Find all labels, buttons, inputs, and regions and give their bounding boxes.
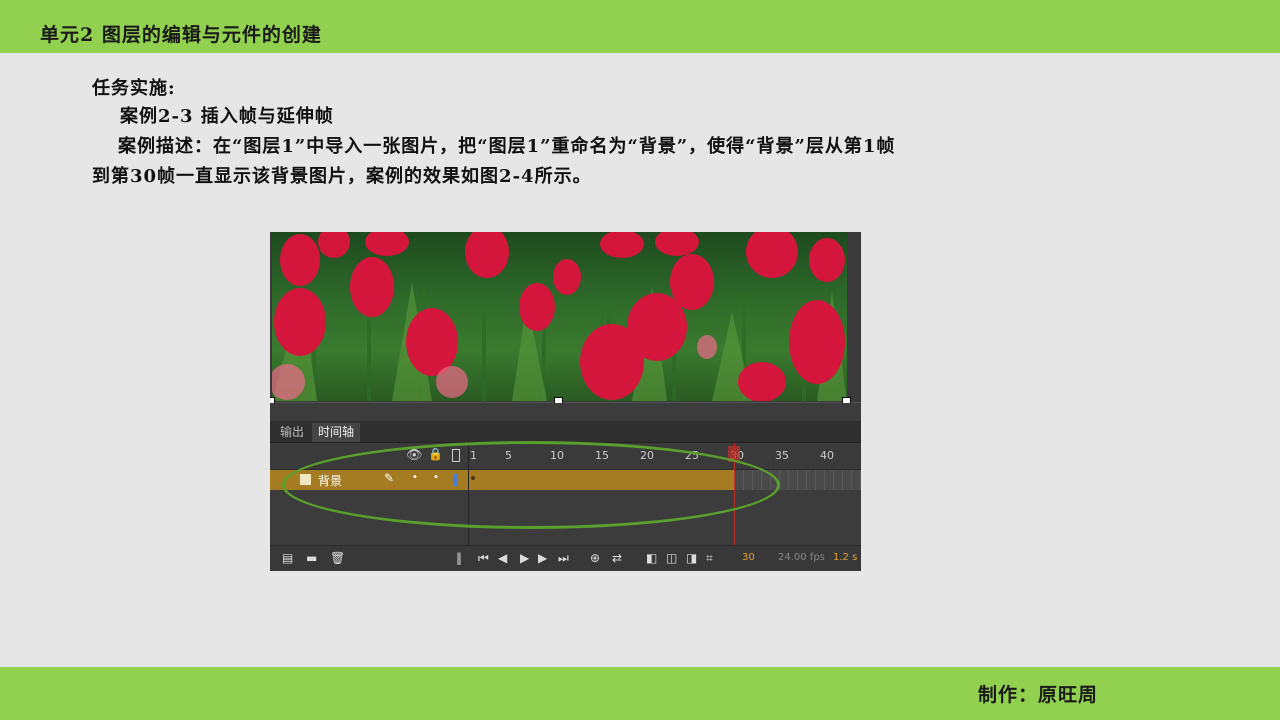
next-frame-icon[interactable]: ▶ — [538, 551, 547, 565]
highlight-oval — [282, 441, 780, 529]
author: 制作：原旺周 — [978, 684, 1099, 706]
prev-frame-icon[interactable]: ◀ — [498, 551, 507, 565]
frame-rate[interactable]: 24.00 fps — [778, 552, 825, 563]
onion-skin-icon[interactable]: ◧ — [646, 551, 657, 565]
tulip-photo — [272, 232, 847, 401]
last-frame-icon[interactable]: ⏭ — [558, 551, 569, 566]
case-title: 案例2-3 插入帧与延伸帧 — [120, 106, 334, 127]
elapsed-time: 1.2 s — [833, 552, 858, 563]
case-description-line1: 案例描述：在“图层1”中导入一张图片，把“图层1”重命名为“背景”，使得“背景”… — [118, 136, 896, 157]
play-icon[interactable]: ▶ — [520, 551, 529, 565]
tab-output[interactable]: 输出 — [274, 423, 310, 442]
tab-timeline[interactable]: 时间轴 — [312, 423, 361, 442]
frame-label: 35 — [775, 449, 789, 462]
stage — [270, 232, 861, 406]
stage-scroll-strip — [270, 403, 861, 421]
loop-icon[interactable]: ⇄ — [612, 551, 622, 565]
first-frame-icon[interactable]: ⏮ — [478, 551, 489, 566]
delete-icon[interactable]: 🗑 — [330, 551, 345, 565]
onion-outline-icon[interactable]: ◫ — [666, 551, 677, 565]
frame-label: 40 — [820, 449, 834, 462]
panel-tabs: 输出 时间轴 — [270, 421, 861, 443]
new-folder-icon[interactable]: ▬ — [306, 551, 317, 565]
current-frame[interactable]: 30 — [742, 552, 755, 563]
task-heading: 任务实施: — [92, 78, 176, 99]
edit-multiple-frames-icon[interactable]: ◨ — [686, 551, 697, 565]
new-layer-icon[interactable]: ▤ — [282, 551, 293, 565]
case-description-line2: 到第30帧一直显示该背景图片，案例的效果如图2-4所示。 — [92, 166, 592, 187]
timeline-toolbar: ▤ ▬ 🗑 ‖ ⏮ ◀ ▶ ▶ ⏭ ⊕ ⇄ ◧ ◫ ◨ ⌗ 30 24.00 f… — [270, 545, 861, 571]
tulip-image — [272, 232, 847, 401]
unit-title: 单元2 图层的编辑与元件的创建 — [40, 24, 322, 46]
splitter-icon[interactable]: ‖ — [456, 551, 462, 565]
center-frame-icon[interactable]: ⊕ — [590, 551, 600, 565]
modify-markers-icon[interactable]: ⌗ — [706, 551, 713, 566]
